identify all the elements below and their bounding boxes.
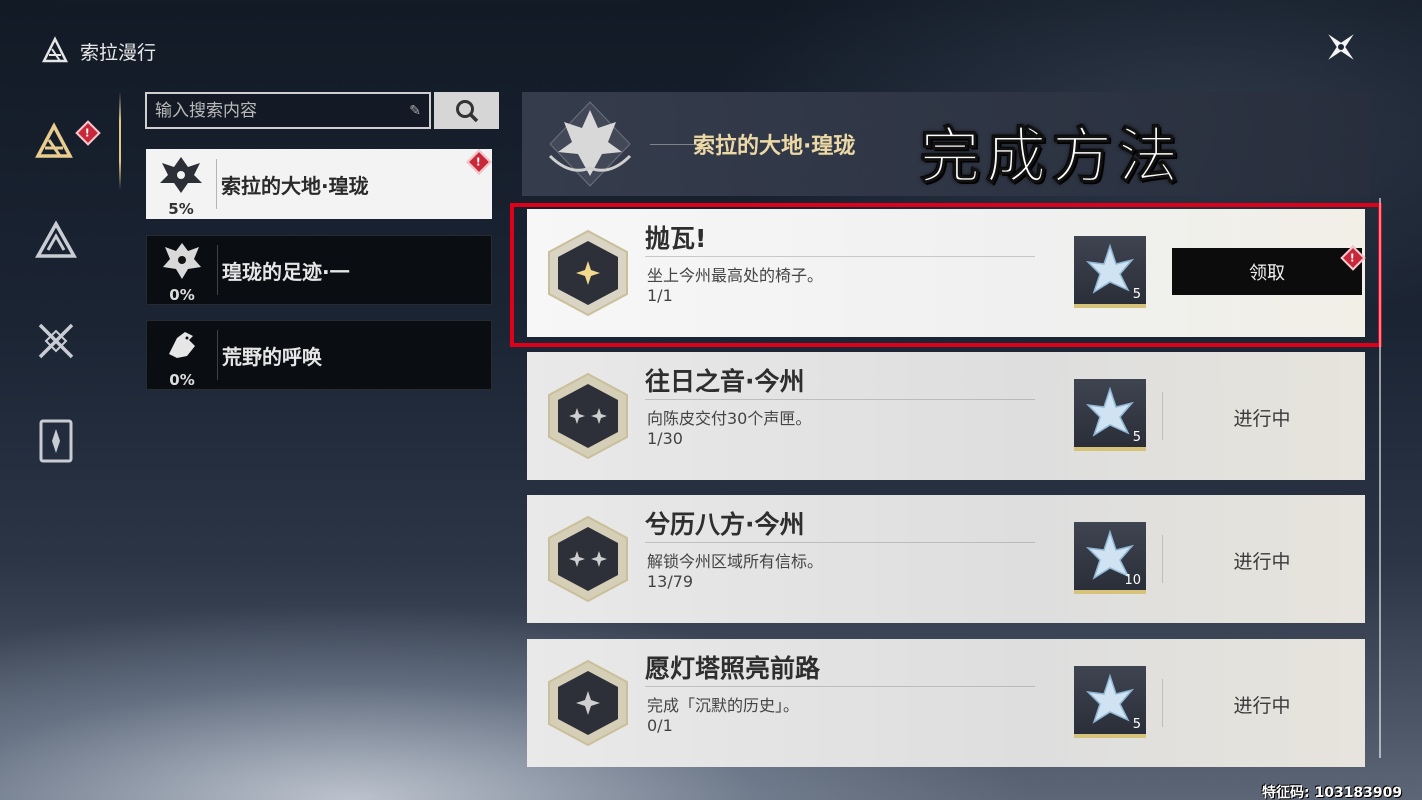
achievement-card: 兮历八方·今州 解锁今州区域所有信标。 13/79 10 进行中	[527, 495, 1365, 623]
category-item-footprints[interactable]: 0% 瑝珑的足迹·一	[146, 235, 492, 305]
combat-icon	[38, 323, 74, 359]
search-icon	[455, 99, 478, 122]
search-field[interactable]: ✎	[145, 92, 431, 129]
achievement-icon	[35, 122, 73, 158]
watermark-text: 特征码: 103183909	[1262, 785, 1403, 800]
overlay-caption: 完成方法	[920, 122, 1184, 193]
region-icon	[35, 220, 77, 258]
nav-active-indicator	[119, 92, 121, 190]
achievement-badge-icon	[548, 515, 628, 603]
search-button[interactable]	[434, 92, 499, 129]
nav-cards[interactable]	[26, 411, 86, 471]
category-percent: 5%	[168, 200, 194, 218]
category-label: 瑝珑的足迹·一	[222, 259, 350, 284]
reward-count: 5	[1132, 717, 1141, 732]
close-icon	[1328, 34, 1354, 60]
category-percent: 0%	[169, 371, 195, 389]
achievement-badge-icon	[548, 372, 628, 460]
category-item-solaris-land[interactable]: 5% 索拉的大地·瑝珑	[146, 149, 492, 219]
nav-combat[interactable]	[26, 311, 86, 371]
achievement-description: 完成「沉默的历史」。	[647, 696, 800, 715]
reward-count: 5	[1132, 430, 1141, 445]
dragon-emblem-icon	[160, 157, 202, 193]
reward-count: 10	[1124, 573, 1141, 588]
status-in-progress: 进行中	[1233, 551, 1291, 573]
category-icon: 5%	[146, 149, 216, 219]
status-in-progress: 进行中	[1233, 408, 1291, 430]
card-icon	[39, 419, 73, 463]
achievement-card: 愿灯塔照亮前路 完成「沉默的历史」。 0/1 5 进行中	[527, 639, 1365, 767]
category-icon: 0%	[147, 320, 217, 390]
section-title: 索拉的大地·瑝珑	[693, 134, 856, 159]
category-item-wild-call[interactable]: 0% 荒野的呼唤	[146, 320, 492, 390]
edit-icon: ✎	[409, 102, 421, 119]
solaris-logo-icon	[38, 35, 72, 67]
app-title: 索拉漫行	[80, 41, 157, 64]
beast-emblem-icon	[163, 243, 201, 279]
status-in-progress: 进行中	[1233, 695, 1291, 717]
achievement-badge-icon	[548, 659, 628, 747]
reward-item[interactable]: 5	[1074, 379, 1146, 451]
scrollbar[interactable]	[1379, 198, 1381, 758]
nav-region[interactable]	[26, 210, 86, 270]
achievement-progress: 13/79	[647, 572, 694, 591]
bird-emblem-icon	[169, 332, 195, 358]
category-percent: 0%	[169, 286, 195, 304]
category-label: 荒野的呼唤	[222, 344, 322, 369]
achievement-progress: 0/1	[647, 716, 673, 735]
region-emblem-icon	[548, 101, 632, 187]
close-button[interactable]	[1318, 24, 1364, 70]
achievement-name: 往日之音·今州	[645, 367, 805, 396]
search-input[interactable]	[155, 100, 410, 121]
achievement-card: 往日之音·今州 向陈皮交付30个声匣。 1/30 5 进行中	[527, 352, 1365, 480]
achievement-progress: 1/30	[647, 429, 683, 448]
reward-item[interactable]: 5	[1074, 666, 1146, 738]
app-header: 索拉漫行	[38, 34, 156, 68]
section-header: 索拉的大地·瑝珑 完成方法	[522, 92, 1370, 196]
category-label: 索拉的大地·瑝珑	[221, 173, 369, 198]
achievement-description: 向陈皮交付30个声匣。	[647, 409, 812, 428]
nav-achievements[interactable]	[24, 112, 84, 172]
achievement-name: 愿灯塔照亮前路	[645, 654, 821, 683]
reward-item[interactable]: 10	[1074, 522, 1146, 594]
achievement-name: 兮历八方·今州	[645, 510, 805, 539]
category-icon: 0%	[147, 235, 217, 305]
highlight-frame	[510, 203, 1382, 347]
achievement-description: 解锁今州区域所有信标。	[647, 552, 824, 571]
